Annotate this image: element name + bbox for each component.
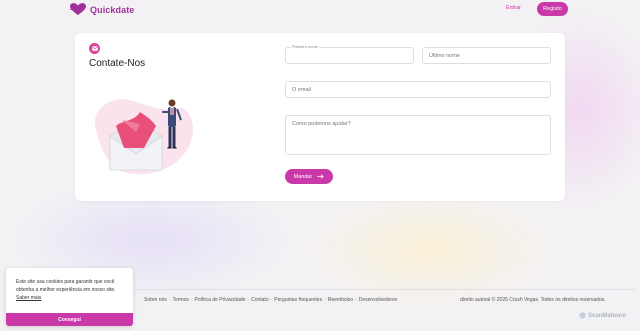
arrow-right-icon	[317, 174, 324, 179]
header: Quickdate Entrar Registo	[0, 0, 640, 20]
cookie-banner: Este site usa cookies para garantir que …	[6, 268, 133, 326]
send-button[interactable]: Mandar	[285, 169, 333, 184]
shield-icon	[579, 312, 586, 319]
contact-illustration	[94, 99, 193, 175]
footer-link-developers[interactable]: Desenvolvedores	[359, 297, 398, 303]
page-title: Contate-Nos	[89, 58, 146, 69]
footer-link-privacy[interactable]: Política de Privacidade	[195, 297, 246, 303]
last-name-field[interactable]: Último nome	[422, 47, 551, 64]
cookie-learn-more-link[interactable]: Saber mais	[16, 295, 41, 301]
watermark-text: ScanMalware	[588, 312, 627, 319]
first-name-field[interactable]: Primeiro nome	[285, 44, 414, 64]
watermark: ScanMalware	[579, 312, 626, 319]
footer-divider	[135, 289, 635, 290]
copyright-text: direito autoral © 2026 Crush Vegas. Todo…	[460, 297, 606, 303]
footer-link-about[interactable]: Sobre nós	[144, 297, 167, 303]
send-label: Mandar	[293, 173, 313, 180]
footer-link-terms[interactable]: Termos	[172, 297, 188, 303]
email-field[interactable]: O email	[285, 81, 551, 98]
contact-card: Contate-Nos Primeiro nome Último nome O …	[75, 33, 565, 201]
register-button[interactable]: Registo	[537, 2, 568, 16]
mail-icon	[89, 43, 100, 54]
message-field[interactable]: Como podemos ajudar?	[285, 115, 551, 155]
message-placeholder: Como podemos ajudar?	[292, 121, 351, 127]
heart-logo-icon	[70, 3, 86, 16]
cookie-accept-button[interactable]: Conseguí	[6, 313, 133, 326]
cookie-text: Este site usa cookies para garantir que …	[16, 279, 116, 293]
email-placeholder: O email	[292, 87, 311, 93]
footer-link-faq[interactable]: Perguntas frequentes	[274, 297, 322, 303]
footer-links: Sobre nós - Termos - Política de Privacida…	[144, 297, 398, 303]
footer-link-contact[interactable]: Contato	[251, 297, 269, 303]
logo[interactable]: Quickdate	[70, 3, 134, 16]
footer-link-refund[interactable]: Reembolso	[328, 297, 353, 303]
last-name-placeholder: Último nome	[429, 53, 460, 59]
login-link[interactable]: Entrar	[506, 5, 521, 11]
first-name-label: Primeiro nome	[291, 44, 320, 49]
brand-name: Quickdate	[90, 4, 135, 15]
